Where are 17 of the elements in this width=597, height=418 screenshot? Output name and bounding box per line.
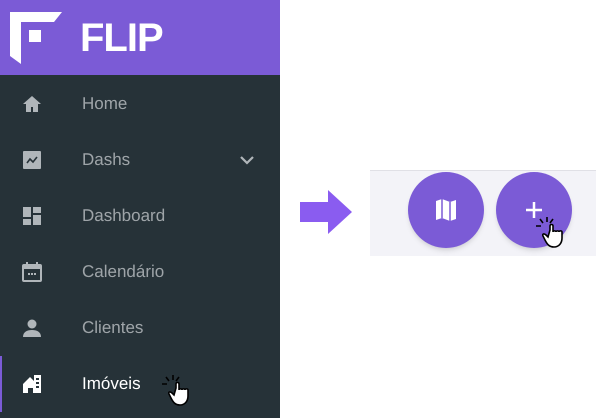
sidebar-item[interactable]: Clientes xyxy=(0,300,280,356)
sidebar-item[interactable]: Calendário xyxy=(0,244,280,300)
map-icon xyxy=(435,198,457,222)
sidebar-item[interactable]: Dashs xyxy=(0,132,280,188)
dashboard-icon xyxy=(22,206,42,226)
chart-icon xyxy=(22,150,42,170)
logo-icon xyxy=(10,12,62,64)
person-icon xyxy=(22,318,42,338)
chevron-down-icon xyxy=(240,156,254,164)
calendar-icon xyxy=(22,262,42,282)
home-icon xyxy=(22,94,42,114)
sidebar-item[interactable]: Home xyxy=(0,76,280,132)
house-icon xyxy=(22,374,42,394)
sidebar-item[interactable]: Dashboard xyxy=(0,188,280,244)
plus-icon xyxy=(525,201,543,219)
brand-name: FLIP xyxy=(80,14,163,62)
arrow-icon xyxy=(300,190,352,234)
